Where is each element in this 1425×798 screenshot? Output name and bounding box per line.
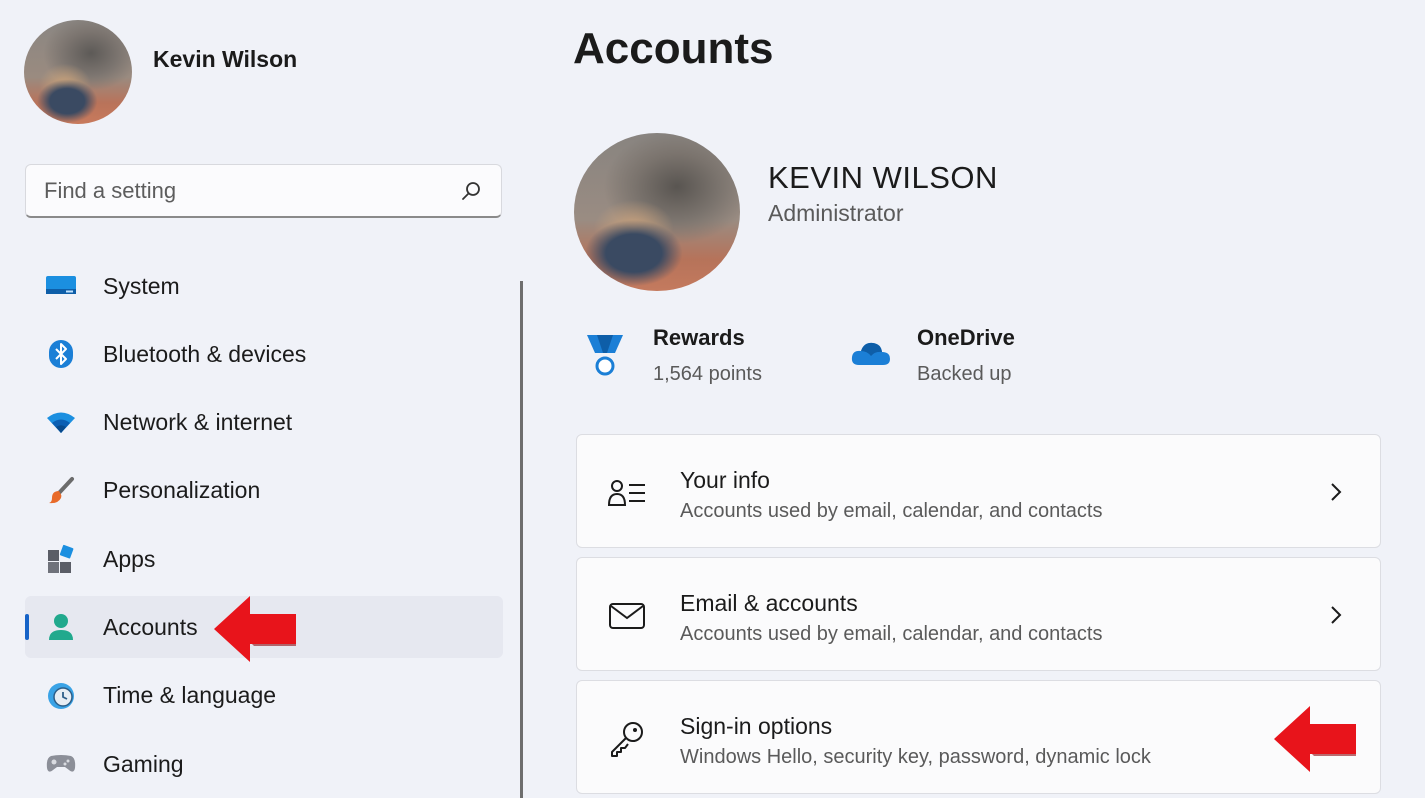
card-sign-in-options[interactable]: Sign-in options Windows Hello, security …	[576, 680, 1381, 794]
clock-globe-icon	[45, 680, 77, 712]
chevron-right-icon	[1331, 483, 1342, 501]
search-input[interactable]	[44, 177, 459, 204]
sidebar-item-label: System	[103, 272, 180, 299]
sidebar-item-label: Bluetooth & devices	[103, 340, 307, 367]
card-email-accounts[interactable]: Email & accounts Accounts used by email,…	[576, 557, 1381, 671]
cloud-icon	[851, 339, 891, 372]
profile-avatar[interactable]	[574, 133, 740, 291]
brush-icon	[45, 475, 77, 507]
user-avatar[interactable]	[24, 20, 132, 124]
annotation-arrow-accounts	[214, 596, 296, 662]
annotation-arrow-sign-in	[1274, 706, 1356, 772]
medal-icon	[585, 333, 625, 384]
sidebar-item-personalization[interactable]: Personalization	[25, 460, 503, 522]
system-icon	[45, 270, 77, 302]
sidebar-item-label: Apps	[103, 545, 156, 572]
chevron-right-icon	[1331, 606, 1342, 624]
card-title: Sign-in options	[680, 713, 833, 739]
sidebar-item-network[interactable]: Network & internet	[25, 392, 503, 454]
card-subtitle: Accounts used by email, calendar, and co…	[680, 623, 1103, 645]
onedrive-title: OneDrive	[917, 325, 1015, 350]
card-title: Email & accounts	[680, 590, 858, 616]
active-indicator	[25, 614, 29, 641]
sidebar-item-apps[interactable]: Apps	[25, 528, 503, 590]
key-icon	[607, 719, 647, 759]
card-subtitle: Accounts used by email, calendar, and co…	[680, 500, 1103, 522]
rewards-points: 1,564 points	[653, 363, 762, 385]
scrollbar[interactable]	[520, 281, 523, 798]
mail-icon	[607, 596, 647, 636]
sidebar-item-gaming[interactable]: Gaming	[25, 733, 503, 795]
user-name: Kevin Wilson	[153, 46, 298, 72]
card-your-info[interactable]: Your info Accounts used by email, calend…	[576, 434, 1381, 548]
bluetooth-icon	[45, 338, 77, 370]
sidebar-nav: System Bluetooth & devices Network & int…	[25, 255, 503, 798]
card-title: Your info	[680, 467, 770, 493]
page-title: Accounts	[573, 24, 774, 73]
sidebar-item-label: Time & language	[103, 682, 277, 709]
sidebar-item-label: Network & internet	[103, 409, 293, 436]
search-icon[interactable]	[459, 179, 483, 203]
apps-icon	[45, 543, 77, 575]
card-subtitle: Windows Hello, security key, password, d…	[680, 746, 1151, 768]
wifi-icon	[45, 407, 77, 439]
accounts-icon	[45, 611, 77, 643]
sidebar-item-label: Accounts	[103, 613, 198, 640]
gamepad-icon	[45, 748, 77, 780]
sidebar-item-label: Personalization	[103, 477, 261, 504]
sidebar-item-system[interactable]: System	[25, 255, 503, 317]
sidebar-item-bluetooth[interactable]: Bluetooth & devices	[25, 323, 503, 385]
onedrive-status-text: Backed up	[917, 363, 1012, 385]
sidebar-item-label: Gaming	[103, 750, 184, 777]
profile-name: KEVIN WILSON	[768, 160, 998, 195]
profile-role: Administrator	[768, 200, 904, 226]
rewards-title: Rewards	[653, 325, 745, 350]
search-box[interactable]	[25, 164, 502, 218]
person-list-icon	[607, 473, 647, 513]
sidebar-item-time-language[interactable]: Time & language	[25, 665, 503, 727]
